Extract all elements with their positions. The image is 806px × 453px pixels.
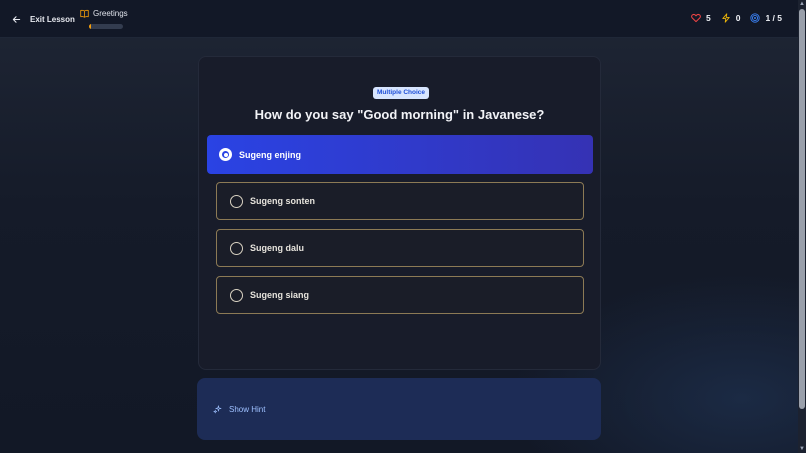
book-open-icon [80, 9, 89, 18]
answer-option-1[interactable]: Sugeng enjing [207, 135, 593, 174]
exit-lesson-label: Exit Lesson [30, 14, 75, 24]
question-type-badge: Multiple Choice [373, 87, 430, 99]
answer-option-label: Sugeng siang [250, 290, 310, 300]
question-counter: 1 / 5 [765, 13, 782, 23]
answer-option-3[interactable]: Sugeng dalu [216, 229, 584, 267]
question-card: Multiple Choice How do you say "Good mor… [198, 56, 601, 370]
radio-empty-icon [230, 288, 243, 302]
scroll-down-icon[interactable]: ▼ [799, 446, 805, 452]
show-hint-button[interactable]: Show Hint [213, 405, 265, 414]
radio-selected-icon [219, 148, 232, 161]
radio-empty-icon [230, 241, 243, 255]
heart-icon [691, 13, 701, 23]
lesson-progress-bar [89, 24, 123, 29]
sparkle-icon [213, 405, 222, 414]
scrollbar-thumb[interactable] [799, 9, 805, 409]
scroll-up-icon[interactable]: ▲ [799, 1, 805, 7]
page-scrollbar[interactable]: ▲ ▼ [798, 0, 806, 453]
hearts-stat: 5 [691, 13, 711, 23]
show-hint-label: Show Hint [229, 405, 266, 414]
answer-option-label: Sugeng dalu [250, 243, 304, 253]
target-icon [750, 13, 761, 23]
streak-stat: 0 [721, 13, 741, 23]
hint-panel: Show Hint [197, 378, 601, 440]
lesson-title: Greetings [93, 9, 128, 18]
exit-lesson-button[interactable]: Exit Lesson [12, 12, 75, 26]
question-counter-stat: 1 / 5 [750, 13, 782, 23]
lightning-icon [722, 13, 730, 23]
answer-option-4[interactable]: Sugeng siang [216, 276, 584, 314]
lesson-info: Greetings [80, 9, 128, 29]
radio-empty-icon [230, 194, 243, 208]
streak-count: 0 [735, 13, 741, 23]
top-bar: Exit Lesson Greetings 5 0 1 / 5 [0, 0, 798, 38]
answer-option-label: Sugeng enjing [239, 149, 301, 160]
stats-bar: 5 0 1 / 5 [691, 13, 782, 23]
question-prompt: How do you say "Good morning" in Javanes… [254, 107, 545, 122]
lesson-progress-fill [89, 24, 91, 29]
hearts-count: 5 [705, 13, 711, 23]
answer-option-label: Sugeng sonten [250, 196, 315, 206]
answer-option-2[interactable]: Sugeng sonten [216, 182, 584, 220]
arrow-left-icon [12, 15, 21, 23]
